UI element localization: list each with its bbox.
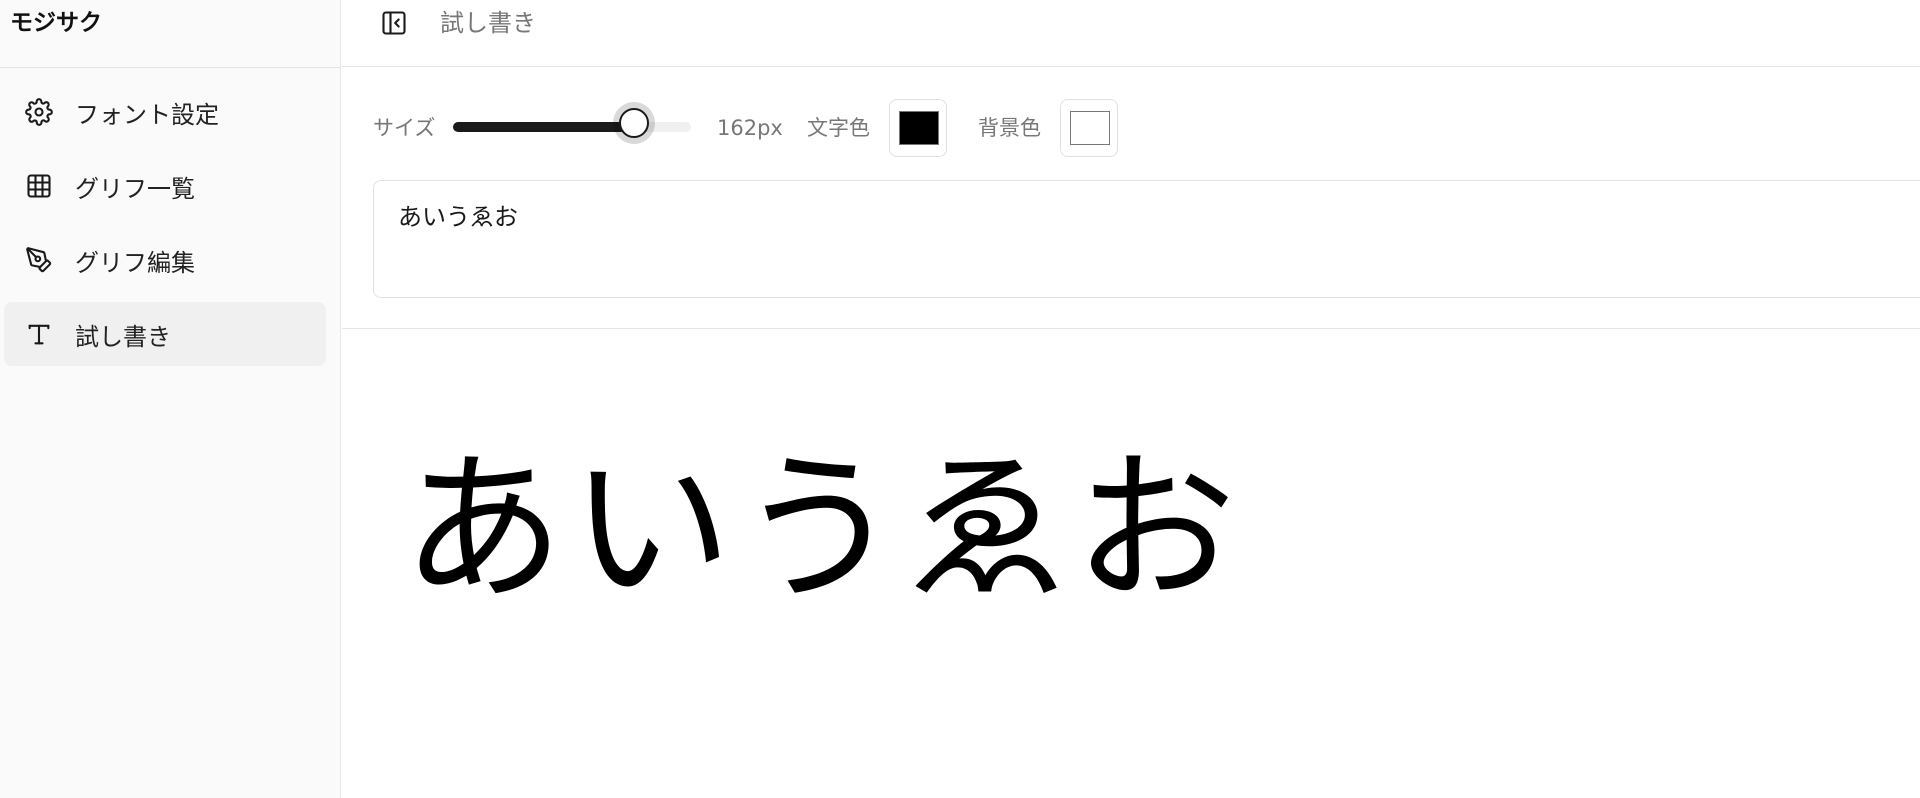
bg-color-label: 背景色: [978, 116, 1041, 140]
size-label: サイズ: [373, 116, 436, 140]
type-icon: [25, 320, 53, 348]
page-title: 試し書き: [440, 9, 536, 37]
grid-icon: [25, 172, 53, 200]
pen-tool-icon: [25, 246, 53, 274]
sample-text-input[interactable]: あいうゑお: [373, 180, 1920, 298]
app-title: モジサク: [10, 10, 102, 36]
sidebar-item-label: グリフ一覧: [75, 174, 195, 203]
size-slider[interactable]: [453, 108, 691, 138]
sidebar-toggle-button[interactable]: [379, 8, 409, 38]
preview-area: あいうゑお: [342, 329, 1920, 798]
slider-fill: [453, 122, 634, 132]
gear-icon: [25, 98, 53, 126]
text-color-preview: [899, 111, 939, 145]
sidebar-item-font-settings[interactable]: フォント設定: [4, 80, 326, 144]
preview-text: あいうゑお: [402, 436, 1242, 624]
sidebar-item-test-writing[interactable]: 試し書き: [4, 302, 326, 366]
sidebar-item-label: フォント設定: [75, 100, 219, 129]
preview-toolbar: サイズ 162px 文字色 背景色: [373, 98, 1873, 158]
sidebar-item-glyph-list[interactable]: グリフ一覧: [4, 154, 326, 218]
size-value: 162px: [717, 116, 783, 140]
sidebar-nav: フォント設定 グリフ一覧 グリフ編集 試し書き: [4, 80, 326, 376]
sidebar-item-glyph-edit[interactable]: グリフ編集: [4, 228, 326, 292]
bg-color-preview: [1070, 111, 1110, 145]
sidebar-item-label: グリフ編集: [75, 248, 195, 277]
text-color-swatch[interactable]: [889, 99, 947, 157]
text-color-label: 文字色: [807, 116, 870, 140]
panel-left-close-icon: [382, 11, 406, 35]
bg-color-swatch[interactable]: [1060, 99, 1118, 157]
slider-thumb[interactable]: [619, 108, 649, 138]
header: 試し書き: [342, 0, 1920, 67]
sidebar-divider: [0, 67, 341, 68]
sidebar-item-label: 試し書き: [75, 322, 171, 351]
app-root: モジサク フォント設定 グリフ一覧 グリフ編集 試し書き 試し書き サイズ 16…: [0, 0, 1920, 798]
sidebar: モジサク フォント設定 グリフ一覧 グリフ編集 試し書き: [0, 0, 341, 798]
